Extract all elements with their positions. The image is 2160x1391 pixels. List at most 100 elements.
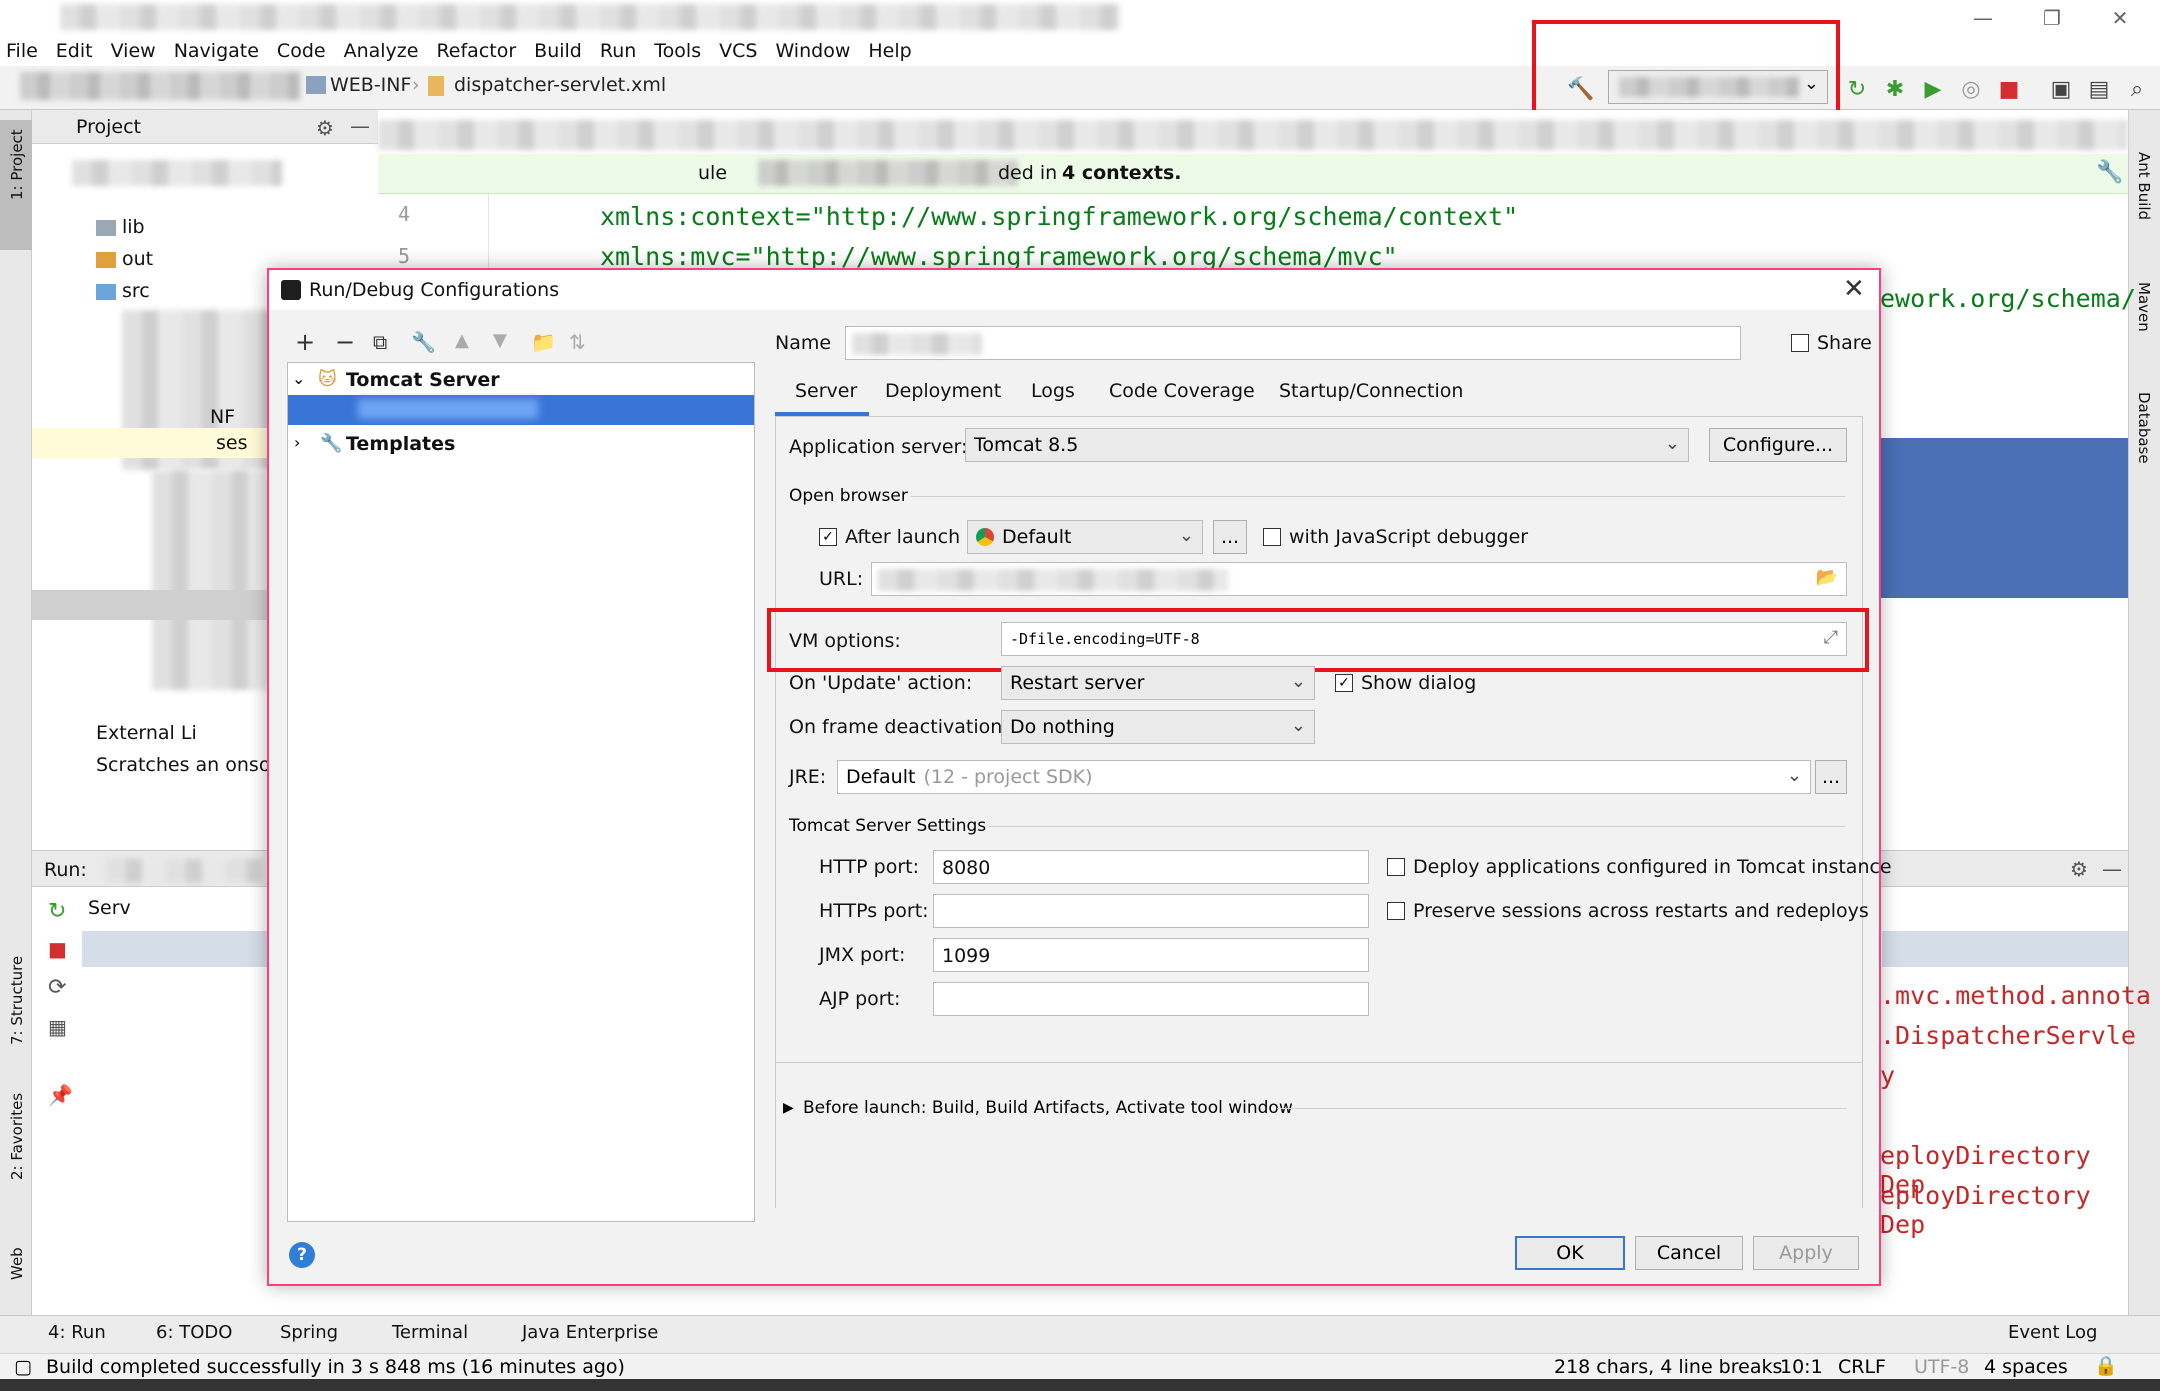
profile-icon[interactable]: ◎ [1956, 74, 1986, 104]
restore-layout-icon[interactable]: ⟳ [48, 975, 66, 1000]
preserve-sessions-checkbox[interactable] [1387, 902, 1405, 920]
layout-icon[interactable]: ▦ [48, 1015, 67, 1039]
menu-analyze[interactable]: Analyze [344, 40, 419, 62]
new-folder-icon[interactable]: 📁 [531, 330, 556, 354]
on-update-select[interactable]: Restart server ⌄ [1001, 666, 1315, 700]
jre-select[interactable]: Default (12 - project SDK) ⌄ [837, 760, 1811, 794]
tab-logs[interactable]: Logs [1031, 380, 1075, 402]
hide-icon[interactable]: — [350, 114, 370, 138]
browser-more-button[interactable]: ... [1213, 520, 1247, 554]
https-port-input[interactable] [933, 894, 1369, 928]
terminal-icon[interactable]: ▤ [2084, 74, 2114, 104]
tree-external-libraries[interactable]: External Li [96, 722, 197, 744]
tool-favorites[interactable]: 2: Favorites [8, 1093, 26, 1180]
app-server-select[interactable]: Tomcat 8.5 ⌄ [965, 428, 1689, 462]
on-frame-select[interactable]: Do nothing ⌄ [1001, 710, 1315, 744]
js-debugger-checkbox[interactable] [1263, 528, 1281, 546]
http-port-input[interactable]: 8080 [933, 850, 1369, 884]
restore-icon[interactable]: ❐ [2024, 0, 2080, 36]
add-icon[interactable]: + [295, 328, 315, 356]
menu-window[interactable]: Window [775, 40, 850, 62]
chevron-right-icon[interactable]: › [294, 433, 300, 452]
menu-help[interactable]: Help [868, 40, 911, 62]
stop-icon[interactable]: ■ [1994, 74, 2024, 104]
tool-ant-build[interactable]: Ant Build [2135, 152, 2153, 220]
tool-maven[interactable]: Maven [2135, 282, 2153, 332]
project-header[interactable]: Project [76, 116, 141, 138]
ajp-port-input[interactable] [933, 982, 1369, 1016]
menu-build[interactable]: Build [534, 40, 582, 62]
tree-tomcat-server[interactable]: Tomcat Server [346, 369, 500, 391]
debug-icon[interactable]: ✱ [1880, 74, 1910, 104]
run-settings-icon[interactable]: ⚙ [2070, 857, 2088, 881]
chevron-down-icon[interactable]: ⌄ [292, 369, 305, 388]
run-hide-icon[interactable]: — [2102, 857, 2122, 881]
search-icon[interactable]: ⌕ [2122, 74, 2152, 104]
share-checkbox[interactable] [1791, 334, 1809, 352]
menu-edit[interactable]: Edit [56, 40, 93, 62]
menu-file[interactable]: File [6, 40, 38, 62]
cancel-button[interactable]: Cancel [1635, 1236, 1743, 1270]
tab-deployment[interactable]: Deployment [885, 380, 1001, 402]
coverage-icon[interactable]: ▶ [1918, 74, 1948, 104]
apply-button[interactable]: Apply [1753, 1236, 1859, 1270]
url-input[interactable]: 📂 [871, 562, 1847, 596]
rerun-icon[interactable]: ↻ [48, 899, 66, 924]
tab-event-log[interactable]: Event Log [2008, 1322, 2097, 1343]
tab-run[interactable]: 4: Run [48, 1322, 106, 1343]
after-launch-checkbox[interactable]: ✓ [819, 528, 837, 546]
move-up-icon[interactable]: ▲ [455, 330, 469, 351]
menu-navigate[interactable]: Navigate [174, 40, 259, 62]
status-encoding[interactable]: UTF-8 [1914, 1356, 1969, 1378]
jmx-port-input[interactable]: 1099 [933, 938, 1369, 972]
status-line-separator[interactable]: CRLF [1838, 1356, 1886, 1378]
expand-icon[interactable]: ⤢ [1824, 627, 1838, 648]
rerun-icon[interactable]: ↻ [1842, 74, 1872, 104]
menu-refactor[interactable]: Refactor [436, 40, 516, 62]
vm-options-input[interactable]: -Dfile.encoding=UTF-8 ⤢ [1001, 622, 1847, 656]
tab-todo[interactable]: 6: TODO [156, 1322, 232, 1343]
tree-ses[interactable]: ses [216, 432, 248, 454]
copy-icon[interactable]: ⧉ [373, 330, 387, 354]
move-down-icon[interactable]: ▼ [493, 330, 507, 351]
tool-project[interactable]: 1: Project [8, 129, 26, 200]
tree-scratches[interactable]: Scratches an onso [96, 754, 270, 776]
gear-icon[interactable]: ⚙ [316, 116, 334, 140]
dialog-close-icon[interactable]: ✕ [1843, 274, 1865, 304]
pin-icon[interactable]: 📌 [48, 1083, 73, 1107]
browser-select[interactable]: Default ⌄ [967, 520, 1203, 554]
tool-structure[interactable]: 7: Structure [8, 956, 26, 1045]
breadcrumb-folder[interactable]: WEB-INF [330, 74, 411, 96]
close-icon[interactable]: ✕ [2092, 0, 2148, 36]
chevron-right-icon[interactable]: ▶ [783, 1100, 794, 1116]
run-tree-item[interactable]: Serv [88, 897, 131, 919]
sort-icon[interactable]: ⇅ [569, 330, 586, 354]
tab-server[interactable]: Server [795, 380, 857, 402]
remove-icon[interactable]: − [335, 328, 355, 356]
status-position[interactable]: 10:1 [1780, 1356, 1823, 1378]
menu-vcs[interactable]: VCS [719, 40, 757, 62]
tab-startup-connection[interactable]: Startup/Connection [1279, 380, 1463, 402]
configure-button[interactable]: Configure... [1709, 428, 1847, 462]
menu-code[interactable]: Code [277, 40, 326, 62]
folder-icon[interactable]: 📂 [1816, 567, 1838, 588]
tool-web[interactable]: Web [8, 1247, 26, 1280]
help-icon[interactable]: ? [289, 1242, 315, 1268]
tab-code-coverage[interactable]: Code Coverage [1109, 380, 1255, 402]
tab-spring[interactable]: Spring [280, 1322, 338, 1343]
tree-templates[interactable]: Templates [346, 433, 455, 455]
tree-out[interactable]: out [122, 248, 153, 270]
stop-icon[interactable]: ■ [48, 937, 67, 961]
minimize-icon[interactable]: — [1955, 0, 2011, 36]
breadcrumb-file[interactable]: dispatcher-servlet.xml [454, 74, 666, 96]
menu-tools[interactable]: Tools [654, 40, 701, 62]
before-launch-label[interactable]: Before launch: Build, Build Artifacts, A… [803, 1098, 1293, 1118]
menu-view[interactable]: View [111, 40, 156, 62]
jre-more-button[interactable]: ... [1815, 760, 1847, 794]
tree-lib[interactable]: lib [122, 216, 145, 238]
show-dialog-checkbox[interactable]: ✓ [1335, 674, 1353, 692]
tree-src[interactable]: src [122, 280, 150, 302]
tool-database[interactable]: Database [2135, 392, 2153, 464]
lock-icon[interactable]: 🔒 [2094, 1354, 2118, 1377]
menu-run[interactable]: Run [600, 40, 636, 62]
